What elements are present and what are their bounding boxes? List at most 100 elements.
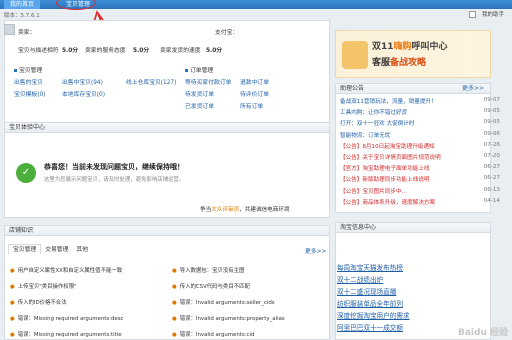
- notice-title[interactable]: 打开：双十一狂欢 大促倒计时: [340, 121, 415, 127]
- watermark: Baidu 经验: [457, 328, 508, 338]
- notice-item[interactable]: 备战双11营销玩法，流量，销量提升！ 09-07: [340, 97, 500, 105]
- bullet-icon: ●: [10, 284, 15, 290]
- link-templates[interactable]: 宝贝模板(0): [14, 89, 45, 98]
- notice-item[interactable]: 【公告】关于宝贝详情页面图片规范说明 07-20: [340, 153, 500, 161]
- service-link[interactable]: 每周淘宝天猫发布热榜: [337, 262, 403, 272]
- notice-item[interactable]: 【官方】淘宝助理电子面单功能上线 06-27: [340, 164, 500, 172]
- helper-button[interactable]: 我的助手: [468, 10, 504, 18]
- knowledge-item[interactable]: ● 导入数据包：宝贝没有主图: [172, 266, 244, 274]
- notice-item[interactable]: 智能物流：订单无忧 09-06: [340, 131, 500, 139]
- medal-icon: ✓: [16, 163, 36, 183]
- knowledge-item[interactable]: ● 错误：Missing required arguments:title: [10, 330, 122, 338]
- experience-headline: 恭喜您！当前未发现问题宝贝，继续保持哦！: [44, 163, 184, 171]
- notice-title[interactable]: 【公告】关于宝贝详情页面图片规范说明: [340, 155, 441, 161]
- notice-title[interactable]: 【公告】宝贝图片同步中...: [340, 189, 407, 195]
- link-online-stock[interactable]: 线上仓库宝贝(127): [126, 77, 176, 86]
- seller-label: 卖家：: [18, 30, 36, 36]
- bullet-icon: ●: [10, 268, 15, 274]
- version-text: 版本：5.7.6.1: [4, 13, 40, 19]
- promo-banner[interactable]: 双11嗨购呼叫中心 客服备战攻略: [335, 30, 491, 78]
- avatar: [4, 24, 15, 35]
- bullet-icon: ●: [172, 300, 177, 306]
- rating-2-value: 5.0分: [133, 48, 150, 54]
- knowledge-item-text[interactable]: 传入的ID价格不合法: [18, 300, 67, 306]
- link-selling[interactable]: 出售中宝贝(94): [62, 77, 103, 86]
- knowledge-item-text[interactable]: 错误：Invalid arguments:property_alias: [180, 316, 285, 322]
- notice-date: 06-27: [483, 175, 500, 182]
- order-unpaid[interactable]: 等待买家付款订单: [185, 77, 231, 86]
- notice-title[interactable]: 【公告】商品体系升级，速度解决方案: [340, 200, 435, 206]
- knowledge-item[interactable]: ● 错误：Missing required arguments:desc: [10, 314, 124, 322]
- tab-trade[interactable]: 交易管理: [41, 245, 72, 255]
- service-link[interactable]: 双十二盛况现场直播: [337, 286, 396, 296]
- service-link[interactable]: 双十二战绩出炉: [337, 274, 383, 284]
- orders-heading: 订单管理: [185, 65, 213, 74]
- bullet-icon: ●: [172, 316, 177, 322]
- knowledge-item-text[interactable]: 传入的CSV代码与类目不匹配: [180, 284, 250, 290]
- goods-manage-heading: 宝贝管理: [14, 65, 42, 74]
- tab-goods[interactable]: 宝贝管理: [8, 244, 42, 254]
- link-on-sale[interactable]: 出售的宝贝: [14, 77, 43, 86]
- order-refund[interactable]: 退款中订单: [240, 77, 269, 86]
- service-link[interactable]: 深度挖掘淘宝用户的需求: [337, 310, 410, 320]
- knowledge-header: 店铺知识: [5, 226, 329, 236]
- knowledge-item[interactable]: ● 上传宝贝"类目操作权限": [10, 282, 77, 290]
- banner-illustration: [342, 41, 368, 69]
- knowledge-tabs: 宝贝管理 交易管理 其他: [8, 244, 92, 255]
- notice-item[interactable]: 工具内购：让你不错过好货 09-05: [340, 108, 500, 116]
- notice-title[interactable]: 备战双11营销玩法，流量，销量提升！: [340, 99, 437, 105]
- order-to-rate[interactable]: 待评价订单: [240, 89, 269, 98]
- knowledge-item[interactable]: ● 用户自定义属性XX和自定义属性值不能一致: [10, 266, 122, 274]
- experience-desc: 这里为您展示问题宝贝，请及时处理，避免影响店铺运营。: [44, 177, 185, 183]
- alipay-label: 支付宝：: [215, 30, 239, 36]
- notice-date: 06-27: [483, 164, 500, 171]
- bullet-icon: ●: [10, 300, 15, 306]
- bullet-icon: ●: [10, 316, 15, 322]
- notice-date: 04-14: [483, 197, 500, 204]
- knowledge-item[interactable]: ● 传入的CSV代码与类目不匹配: [172, 282, 250, 290]
- notice-item[interactable]: 【公告】新版助理同步功能上线说明 06-27: [340, 175, 500, 183]
- notice-title[interactable]: 【公告】新版助理同步功能上线说明: [340, 177, 430, 183]
- tab-other[interactable]: 其他: [72, 245, 92, 255]
- knowledge-item[interactable]: ● 错误：Invalid arguments:property_alias: [172, 314, 285, 322]
- knowledge-item-text[interactable]: 错误：Missing required arguments:title: [18, 332, 122, 338]
- notice-item[interactable]: 【公告】8月10日起淘宝助理升级通知 07-26: [340, 142, 500, 150]
- notice-title[interactable]: 智能物流：订单无忧: [340, 133, 390, 139]
- notice-date: 07-26: [483, 141, 500, 148]
- notice-more-link[interactable]: 更多>>: [462, 84, 484, 94]
- rating-1-value: 5.0分: [62, 48, 79, 54]
- knowledge-item[interactable]: ● 传入的ID价格不合法: [10, 298, 67, 306]
- service-header: 淘宝信息中心: [336, 223, 490, 233]
- bullet-icon: ●: [10, 332, 15, 338]
- service-link[interactable]: 纺织服装单品全年前列: [337, 298, 403, 308]
- notice-item[interactable]: 【公告】宝贝图片同步中... 06-13: [340, 187, 500, 195]
- rating-1-label: 宝贝与描述相符: [18, 48, 59, 54]
- link-local-stock[interactable]: 本地库存宝贝(0): [62, 89, 105, 98]
- notice-date: 09-07: [483, 97, 500, 103]
- service-link[interactable]: 阿里巴巴双十一成交额: [337, 322, 403, 332]
- notice-date: 09-05: [483, 108, 500, 115]
- notice-title[interactable]: 【公告】8月10日起淘宝助理升级通知: [340, 144, 435, 150]
- knowledge-item-text[interactable]: 错误：Invalid arguments:seller_cids: [180, 300, 275, 306]
- reviewer-link[interactable]: 大众评审员: [211, 207, 239, 213]
- notice-item[interactable]: 【公告】商品体系升级，速度解决方案 04-14: [340, 198, 500, 206]
- knowledge-item-text[interactable]: 导入数据包：宝贝没有主图: [180, 268, 245, 274]
- experience-header: 宝贝体验中心: [5, 123, 329, 133]
- notice-title[interactable]: 【官方】淘宝助理电子面单功能上线: [340, 166, 430, 172]
- knowledge-item-text[interactable]: 上传宝贝"类目操作权限": [18, 284, 77, 290]
- bullet-icon: ●: [172, 268, 177, 274]
- rating-3-label: 卖家发货的速度: [160, 48, 201, 54]
- knowledge-item[interactable]: ● 错误：Invalid arguments:cid: [172, 330, 254, 338]
- order-to-ship[interactable]: 待发货订单: [185, 89, 214, 98]
- notice-date: 06-13: [483, 186, 500, 193]
- notice-title[interactable]: 工具内购：让你不错过好货: [340, 110, 407, 116]
- knowledge-item-text[interactable]: 用户自定义属性XX和自定义属性值不能一致: [18, 268, 122, 274]
- notice-item[interactable]: 打开：双十一狂欢 大促倒计时 09-05: [340, 119, 500, 127]
- knowledge-item-text[interactable]: 错误：Missing required arguments:desc: [18, 316, 124, 322]
- order-all[interactable]: 所有订单: [240, 101, 263, 110]
- bullet-icon: ●: [172, 332, 177, 338]
- knowledge-item[interactable]: ● 错误：Invalid arguments:seller_cids: [172, 298, 275, 306]
- knowledge-more-link[interactable]: 更多>>: [305, 246, 326, 255]
- order-shipped[interactable]: 已发货订单: [185, 101, 214, 110]
- knowledge-item-text[interactable]: 错误：Invalid arguments:cid: [180, 332, 255, 338]
